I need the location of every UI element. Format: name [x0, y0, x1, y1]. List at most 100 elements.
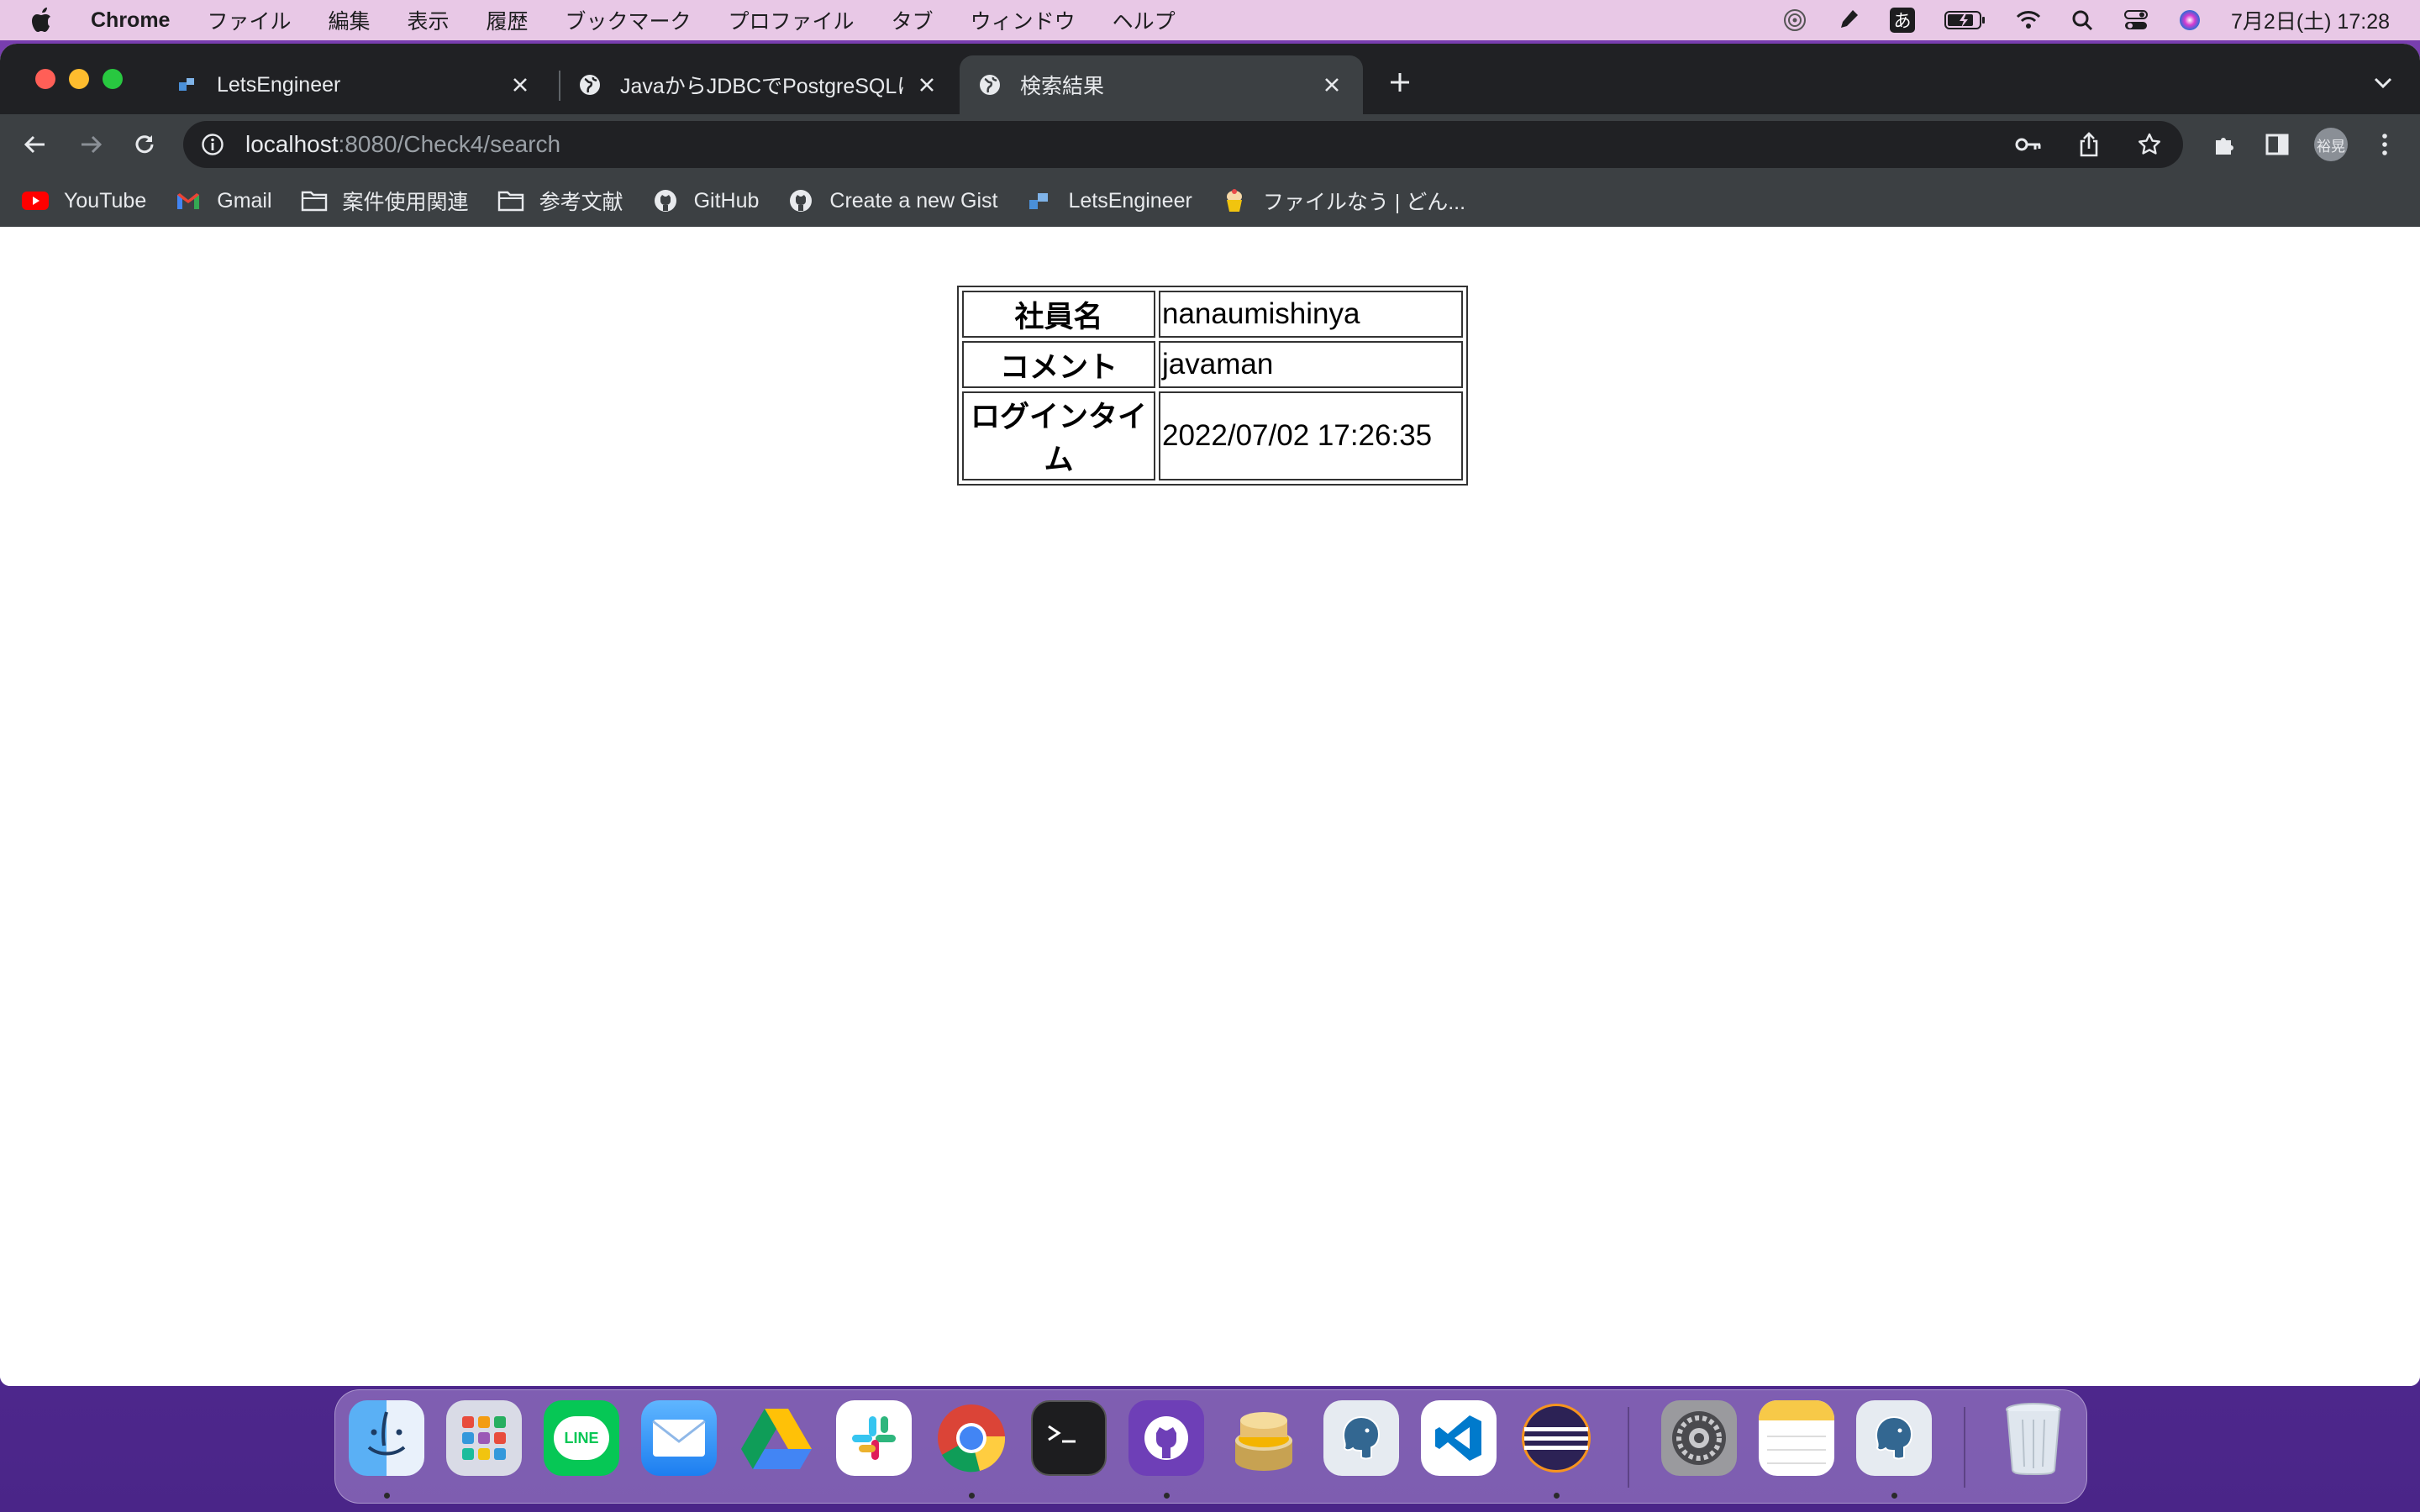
pgadmin-icon[interactable] [1323, 1400, 1399, 1476]
mail-icon[interactable] [641, 1400, 717, 1476]
bookmark-label: YouTube [64, 188, 147, 213]
running-indicator [969, 1493, 975, 1499]
terminal-icon[interactable] [1031, 1400, 1107, 1476]
row-header-employee-name: 社員名 [962, 291, 1155, 338]
site-info-icon[interactable] [200, 132, 225, 157]
github-desktop-icon[interactable] [1128, 1400, 1204, 1476]
table-row: 社員名 nanaumishinya [962, 291, 1463, 338]
running-indicator [1891, 1493, 1897, 1499]
pen-icon[interactable] [1836, 8, 1861, 33]
bookmark-filenau[interactable]: ファイルなう | どん... [1221, 186, 1465, 216]
tab-letsengineer[interactable]: LetsEngineer [156, 55, 551, 114]
trash-icon[interactable] [1996, 1400, 2071, 1476]
sequel-pro-icon[interactable] [1226, 1400, 1302, 1476]
tab-close-icon[interactable] [914, 72, 939, 97]
cell-employee-name: nanaumishinya [1159, 291, 1463, 338]
line-icon[interactable]: LINE [544, 1400, 619, 1476]
bookmark-folder-references[interactable]: 参考文献 [497, 186, 623, 216]
finder-icon[interactable] [349, 1400, 424, 1476]
battery-icon[interactable] [1944, 8, 1987, 33]
window-close-button[interactable] [35, 69, 55, 89]
page-content: 社員名 nanaumishinya コメント javaman ログインタイム 2… [0, 227, 2420, 1386]
eclipse-icon[interactable] [1518, 1400, 1594, 1476]
tab-close-icon[interactable] [508, 72, 533, 97]
globe-icon [978, 73, 1002, 97]
slack-icon[interactable] [836, 1400, 912, 1476]
bookmark-create-gist[interactable]: Create a new Gist [787, 187, 997, 214]
cupcake-icon [1221, 187, 1248, 214]
menu-clock[interactable]: 7月2日(土) 17:28 [2231, 5, 2390, 35]
siri-icon[interactable] [2177, 8, 2202, 33]
cell-login-time: 2022/07/02 17:26:35 [1159, 391, 1463, 480]
bookmark-youtube[interactable]: YouTube [22, 187, 146, 214]
share-icon[interactable] [2074, 129, 2104, 160]
menu-window[interactable]: ウィンドウ [971, 5, 1076, 35]
tab-strip: LetsEngineer JavaからJDBCでPostgreSQLに 検索結果 [0, 44, 2420, 114]
url-host: localhost [245, 131, 339, 157]
notes-line [1767, 1462, 1826, 1464]
letsengineer-icon [175, 73, 198, 97]
tab-title: JavaからJDBCでPostgreSQLに [620, 75, 904, 98]
github-icon [652, 187, 679, 214]
menu-file[interactable]: ファイル [207, 5, 291, 35]
bookmark-folder-projects[interactable]: 案件使用関連 [301, 186, 469, 216]
more-menu-icon[interactable] [2370, 129, 2400, 160]
menu-view[interactable]: 表示 [408, 5, 450, 35]
key-icon[interactable] [2013, 129, 2044, 160]
menu-edit[interactable]: 編集 [328, 5, 370, 35]
running-indicator [384, 1493, 390, 1499]
control-center-icon[interactable] [2123, 8, 2149, 33]
browser-toolbar: localhost:8080/Check4/search 裕晃 [0, 114, 2420, 175]
wifi-icon[interactable] [2016, 8, 2041, 33]
forward-button[interactable] [76, 129, 106, 160]
apple-icon[interactable] [30, 6, 55, 34]
pgadmin-icon[interactable] [1856, 1400, 1932, 1476]
tab-jdbc-article[interactable]: JavaからJDBCでPostgreSQLに [560, 55, 958, 114]
vscode-icon[interactable] [1421, 1400, 1497, 1476]
menu-help[interactable]: ヘルプ [1113, 5, 1176, 35]
address-bar[interactable]: localhost:8080/Check4/search [183, 121, 2183, 168]
bookmark-letsengineer[interactable]: LetsEngineer [1026, 187, 1192, 214]
system-preferences-icon[interactable] [1661, 1400, 1737, 1476]
dock-separator [1964, 1407, 1965, 1488]
airdrop-icon[interactable] [1782, 8, 1807, 33]
bookmark-github[interactable]: GitHub [652, 187, 760, 214]
tab-search-results[interactable]: 検索結果 [960, 55, 1363, 114]
bookmark-label: LetsEngineer [1068, 188, 1192, 213]
row-header-login-time: ログインタイム [962, 391, 1155, 480]
menu-history[interactable]: 履歴 [487, 5, 529, 35]
reload-button[interactable] [129, 129, 160, 160]
window-minimize-button[interactable] [69, 69, 89, 89]
notes-line [1767, 1449, 1826, 1451]
github-icon [787, 187, 814, 214]
menu-app-name[interactable]: Chrome [91, 8, 170, 33]
notes-header [1759, 1400, 1834, 1420]
profile-avatar[interactable]: 裕晃 [2314, 128, 2348, 161]
dock: LINE [334, 1389, 2087, 1504]
google-drive-icon[interactable] [739, 1400, 814, 1476]
bookmark-label: GitHub [693, 188, 760, 213]
chrome-icon[interactable] [934, 1400, 1009, 1476]
input-method-icon[interactable]: あ [1890, 8, 1916, 33]
bookmarks-bar: YouTube Gmail 案件使用関連 参考文献 GitHub Create … [0, 175, 2420, 227]
menu-profiles[interactable]: プロファイル [729, 5, 855, 35]
tab-title: LetsEngineer [217, 72, 341, 97]
spotlight-search-icon[interactable] [2070, 8, 2095, 33]
address-url[interactable]: localhost:8080/Check4/search [245, 131, 560, 158]
star-icon[interactable] [2134, 129, 2165, 160]
table-row: ログインタイム 2022/07/02 17:26:35 [962, 391, 1463, 480]
launchpad-icon[interactable] [446, 1400, 522, 1476]
tab-close-icon[interactable] [1319, 72, 1344, 97]
notes-icon[interactable] [1759, 1400, 1834, 1476]
bookmark-gmail[interactable]: Gmail [175, 187, 272, 214]
extensions-icon[interactable] [2210, 129, 2240, 160]
side-panel-icon[interactable] [2262, 129, 2292, 160]
row-header-comment: コメント [962, 341, 1155, 388]
menu-bookmarks[interactable]: ブックマーク [566, 5, 692, 35]
chevron-down-icon[interactable] [2370, 69, 2396, 96]
bookmark-label: 参考文献 [539, 191, 623, 214]
window-zoom-button[interactable] [103, 69, 123, 89]
back-button[interactable] [20, 129, 50, 160]
new-tab-button[interactable] [1385, 67, 1415, 97]
menu-tab[interactable]: タブ [892, 5, 934, 35]
